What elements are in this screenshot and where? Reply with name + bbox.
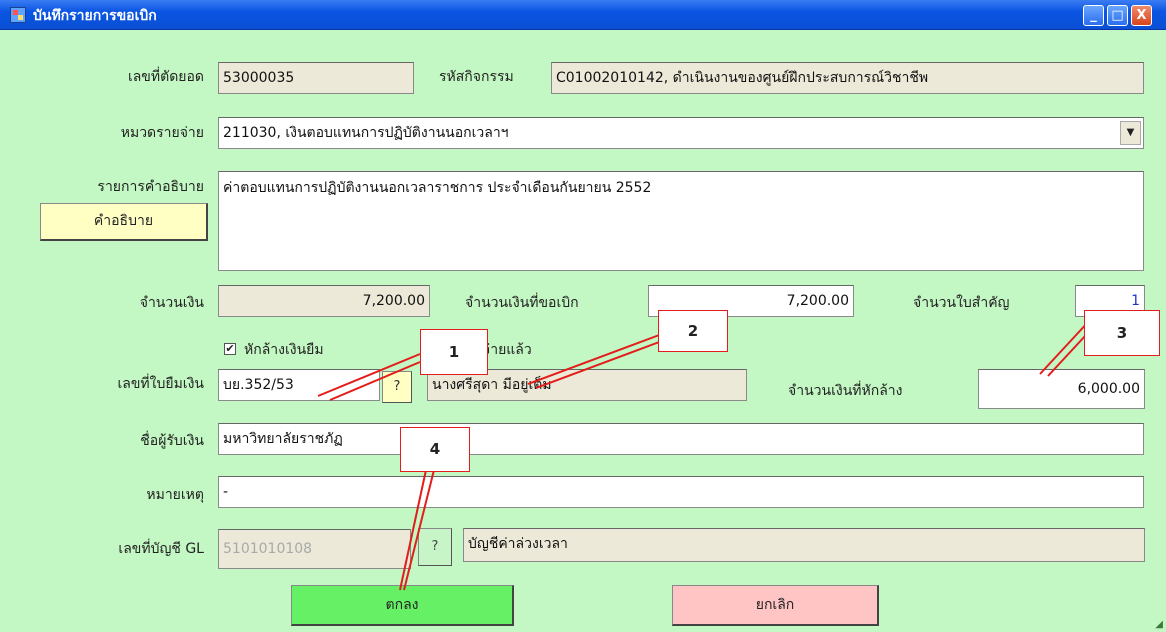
activity-code-label: รหัสกิจกรรม (439, 69, 514, 85)
callout-1: 1 (420, 329, 488, 375)
minimize-button[interactable]: _ (1083, 5, 1104, 26)
gl-lookup-button[interactable]: ? (418, 528, 452, 566)
chevron-down-icon[interactable]: ▼ (1120, 121, 1141, 145)
maximize-button[interactable]: □ (1107, 5, 1128, 26)
loan-lookup-button[interactable]: ? (382, 371, 412, 403)
amount-field[interactable]: 7,200.00 (218, 285, 430, 317)
requested-amount-label: จำนวนเงินที่ขอเบิก (465, 295, 579, 311)
callout-3: 3 (1084, 310, 1160, 356)
expense-category-label: หมวดรายจ่าย (120, 125, 204, 141)
app-icon (10, 7, 26, 23)
loan-no-label: เลขที่ใบยืมเงิน (117, 376, 204, 392)
ok-button[interactable]: ตกลง (291, 585, 514, 626)
cutoff-no-label: เลขที่ตัดยอด (127, 69, 204, 85)
expense-category-select[interactable]: 211030, เงินตอบแทนการปฏิบัติงานนอกเวลาฯ (218, 117, 1144, 149)
gl-account-field[interactable]: 5101010108 (218, 529, 411, 569)
deduct-loan-checkbox[interactable]: ✔ (224, 343, 236, 355)
payee-field[interactable]: มหาวิทยาลัยราชภัฏ (218, 423, 1144, 455)
payee-label: ชื่อผู้รับเงิน (140, 433, 204, 449)
description-button[interactable]: คำอธิบาย (40, 203, 208, 241)
deduct-amount-label: จำนวนเงินที่หักล้าง (788, 383, 903, 399)
paid-label: จ่ายแล้ว (482, 342, 532, 358)
description-textarea[interactable]: ค่าตอบแทนการปฏิบัติงานนอกเวลาราชการ ประจ… (218, 171, 1144, 271)
callout-3-arrow-a (1039, 319, 1091, 375)
gl-account-name-field[interactable]: บัญชีค่าล่วงเวลา (463, 528, 1145, 562)
gl-account-label: เลขที่บัญชี GL (118, 541, 204, 557)
resize-grip-icon[interactable]: ◢ (1155, 619, 1163, 630)
receipt-count-label: จำนวนใบสำคัญ (913, 295, 1010, 311)
title-bar: บันทึกรายการขอเบิก _ □ X (0, 0, 1166, 30)
loan-no-field[interactable]: บย.352/53 (218, 369, 380, 401)
deduct-loan-label: หักล้างเงินยืม (244, 342, 324, 358)
amount-label: จำนวนเงิน (139, 295, 204, 311)
callout-2: 2 (658, 310, 728, 352)
remark-field[interactable]: - (218, 476, 1144, 508)
description-label: รายการคำอธิบาย (97, 179, 204, 195)
callout-4: 4 (400, 427, 470, 472)
deduct-amount-field[interactable]: 6,000.00 (978, 369, 1145, 409)
cutoff-no-field[interactable]: 53000035 (218, 62, 414, 94)
activity-code-field[interactable]: C01002010142, ดำเนินงานของศูนย์ฝึกประสบก… (551, 62, 1144, 94)
remark-label: หมายเหตุ (146, 487, 204, 503)
window-title: บันทึกรายการขอเบิก (33, 7, 157, 23)
cancel-button[interactable]: ยกเลิก (672, 585, 879, 626)
close-button[interactable]: X (1131, 5, 1152, 26)
